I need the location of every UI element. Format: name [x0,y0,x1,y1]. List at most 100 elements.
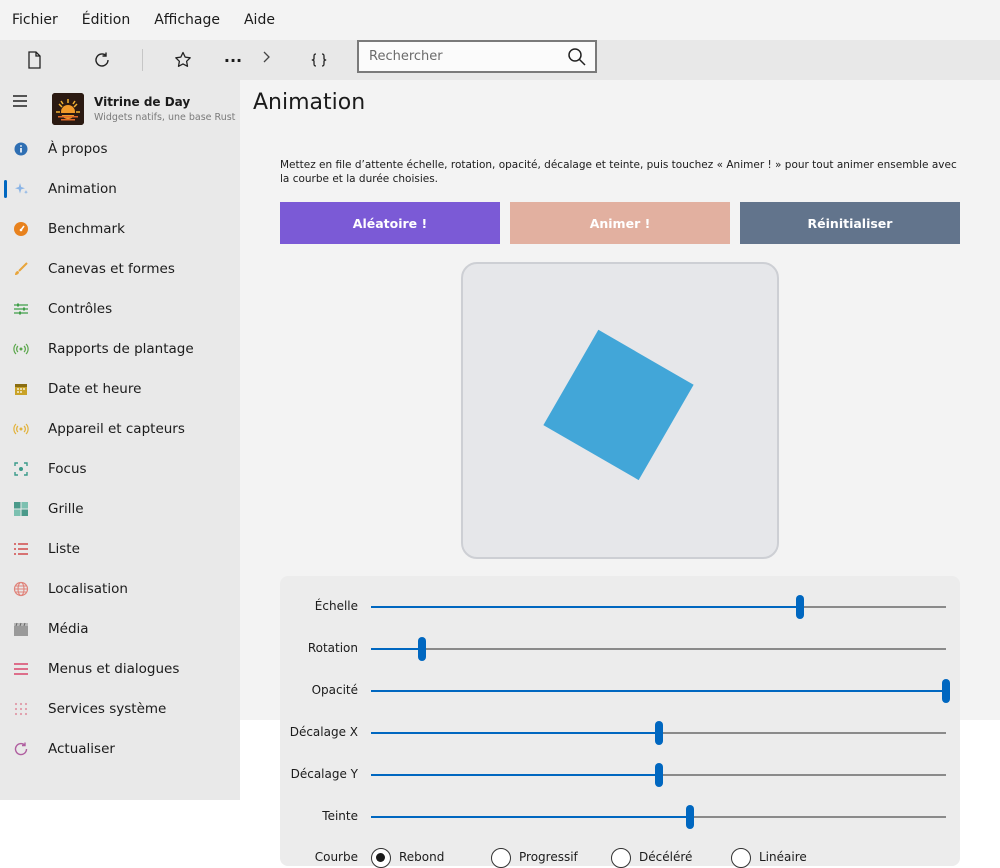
sidebar-item-label: Animation [48,181,117,197]
menu-file[interactable]: Fichier [12,12,58,28]
reset-button-label: Réinitialiser [807,215,893,231]
page-description: Mettez en file d’attente échelle, rotati… [280,159,957,185]
sidebar-item-system-services[interactable]: Services système [0,689,240,729]
slider-thumb[interactable] [655,721,663,745]
menu-edit[interactable]: Édition [82,12,130,28]
slider-fill [371,648,422,650]
sliders-icon [14,303,28,315]
curve-radio-progressive[interactable] [491,848,511,868]
focus-icon [14,462,28,476]
slider-row-rotation: Rotation [280,637,960,661]
document-icon [28,51,41,69]
slider-fill [371,774,659,776]
globe-icon [13,581,29,597]
curve-option-label: Rebond [399,850,445,864]
brush-icon [15,262,28,275]
sidebar-item-label: Localisation [48,581,128,597]
selection-indicator [4,180,7,198]
scale-slider[interactable] [371,595,946,619]
list-icon [14,543,28,555]
menu-view[interactable]: Affichage [154,12,220,28]
braces-button[interactable] [307,40,331,80]
sidebar-item-label: Contrôles [48,301,113,317]
app-title: Vitrine de Day [94,95,191,109]
curve-radio-bounce[interactable] [371,848,391,868]
offset-x-slider[interactable] [371,721,946,745]
search-icon[interactable] [567,47,587,67]
chevron-button[interactable] [256,40,276,80]
animated-square [543,329,694,481]
sidebar-item-refresh[interactable]: Actualiser [0,729,240,769]
curve-radio-linear[interactable] [731,848,751,868]
animate-button-label: Animer ! [589,215,651,231]
opacity-slider[interactable] [371,679,950,703]
menu-lines-icon [14,663,28,675]
info-icon [14,142,28,156]
hamburger-menu-button[interactable] [12,93,28,112]
toolbar: ··· [0,40,1000,80]
sidebar-item-list[interactable]: Liste [0,529,240,569]
animation-preview [461,262,779,559]
sidebar-item-animation[interactable]: Animation [0,169,240,209]
slider-thumb[interactable] [796,595,804,619]
reload-icon [95,52,109,67]
slider-thumb[interactable] [686,805,694,829]
sidebar-item-label: Liste [48,541,80,557]
hamburger-icon [13,95,27,107]
sidebar-item-menus-dialogs[interactable]: Menus et dialogues [0,649,240,689]
slider-thumb[interactable] [655,763,663,787]
refresh-icon [14,742,28,756]
sidebar-item-canvas[interactable]: Canevas et formes [0,249,240,289]
sidebar-item-about[interactable]: À propos [0,129,240,169]
app-subtitle: Widgets natifs, une base Rust [94,112,236,123]
slider-thumb[interactable] [942,679,950,703]
sidebar-item-label: Focus [48,461,87,477]
sidebar-item-benchmark[interactable]: Benchmark [0,209,240,249]
sidebar-item-media[interactable]: Média [0,609,240,649]
sidebar-item-focus[interactable]: Focus [0,449,240,489]
hue-slider[interactable] [371,805,946,829]
animate-button[interactable]: Animer ! [510,202,730,244]
slider-fill [371,690,946,692]
new-document-button[interactable] [22,40,46,80]
slider-row-offset-x: Décalage X [280,721,960,745]
app-logo [52,93,84,125]
menu-bar: Fichier Édition Affichage Aide [0,0,1000,40]
more-dots-icon: ··· [223,50,243,70]
slider-row-hue: Teinte [280,805,960,829]
sidebar-item-grid[interactable]: Grille [0,489,240,529]
calendar-icon [15,384,27,395]
slider-row-offset-y: Décalage Y [280,763,960,787]
offset-y-slider[interactable] [371,763,946,787]
sidebar-item-date-time[interactable]: Date et heure [0,369,240,409]
search-input[interactable] [359,49,549,64]
sidebar-item-label: Rapports de plantage [48,341,194,357]
rotation-slider[interactable] [371,637,946,661]
curve-radio-decelerated[interactable] [611,848,631,868]
search-box[interactable] [357,40,597,73]
reset-button[interactable]: Réinitialiser [740,202,960,244]
more-button[interactable]: ··· [221,40,245,80]
slider-panel: Échelle Rotation Opacité Décalage X Déca… [280,576,960,868]
braces-icon [311,53,327,67]
sunrise-logo-icon [52,93,84,125]
slider-fill [371,606,800,608]
sidebar-item-device-sensors[interactable]: Appareil et capteurs [0,409,240,449]
menu-help[interactable]: Aide [244,12,275,28]
sidebar-item-label: Actualiser [48,741,115,757]
curve-label: Courbe [314,850,358,864]
reload-button[interactable] [90,40,114,80]
sidebar: Vitrine de Day Widgets natifs, une base … [0,80,240,800]
slider-thumb[interactable] [418,637,426,661]
sidebar-item-localization[interactable]: Localisation [0,569,240,609]
curve-selector: Courbe Rebond Progressif Décéléré Linéai… [280,844,960,868]
slider-row-opacity: Opacité [280,679,960,703]
favorite-button[interactable] [171,40,195,80]
sidebar-item-crash-reports[interactable]: Rapports de plantage [0,329,240,369]
slider-label-rotation: Rotation [307,641,358,655]
random-button[interactable]: Aléatoire ! [280,202,500,244]
sidebar-item-controls[interactable]: Contrôles [0,289,240,329]
page-title: Animation [253,90,366,115]
slider-label-hue: Teinte [322,809,358,823]
sidebar-item-label: Services système [48,701,167,717]
